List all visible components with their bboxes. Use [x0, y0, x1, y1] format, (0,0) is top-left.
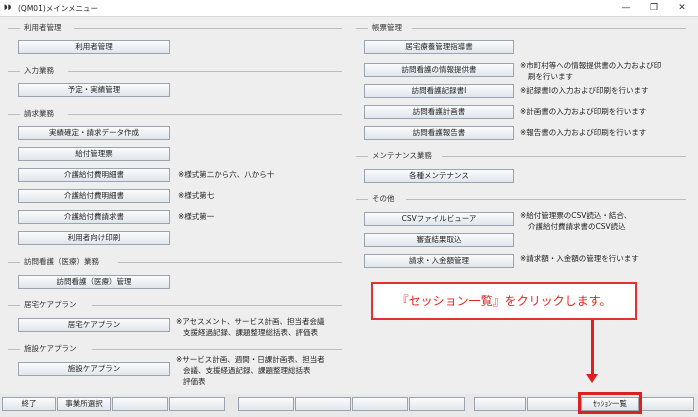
kaigo-meisai-1-button[interactable]: 介護給付費明細書: [18, 168, 170, 182]
keikakusho-button[interactable]: 訪問看護計画書: [364, 105, 514, 119]
kyotaku-note-line-1: ※アセスメント、サービス計画、担当者会議: [176, 317, 325, 326]
footer-empty-9[interactable]: [640, 397, 694, 411]
csv-viewer-button[interactable]: CSVファイルビューア: [364, 212, 514, 226]
note-yoshiki-1: ※様式第一: [178, 212, 215, 221]
joho-note-line-2: 刷を行います: [528, 72, 573, 81]
section-maintenance: メンテナンス業務: [356, 150, 686, 162]
app-icon: ◗◗: [4, 3, 12, 11]
section-label: 帳票管理: [372, 23, 402, 32]
hokokusho-note: ※報告書の入力および印刷を行います: [520, 128, 647, 137]
kirokusho-note: ※記録書Ⅰの入力および印刷を行います: [520, 86, 649, 95]
footer-empty-1[interactable]: [112, 397, 168, 411]
footer-empty-3[interactable]: [238, 397, 294, 411]
footer-empty-8[interactable]: [527, 397, 579, 411]
shisetsu-note-line-2: 会議、支援経過記録、課題整理総括表: [183, 366, 311, 375]
section-seikyu: 請求業務: [8, 108, 342, 120]
office-select-button[interactable]: 事業所選択: [57, 397, 111, 411]
section-chohyo: 帳票管理: [356, 22, 686, 34]
hokokusho-button[interactable]: 訪問看護報告書: [364, 126, 514, 140]
section-label: その他: [372, 194, 395, 203]
section-kyotaku: 居宅ケアプラン: [8, 299, 342, 311]
section-nyusho: 入力業務: [8, 65, 342, 77]
shisetsu-careplan-button[interactable]: 施設ケアプラン: [18, 362, 170, 376]
joho-note-line-1: ※市町村等への情報提供書の入力および印: [520, 61, 662, 70]
yotei-jisseki-button[interactable]: 予定・実績管理: [18, 83, 170, 97]
note-yoshiki-7: ※様式第七: [178, 191, 215, 200]
section-label: メンテナンス業務: [372, 151, 432, 160]
kyotaku-note-line-2: 支援経過記録、課題整理総括表、評価表: [183, 328, 318, 337]
window-title: (QM01)メインメニュー: [18, 4, 99, 13]
kaigo-meisai-2-button[interactable]: 介護給付費明細書: [18, 189, 170, 203]
riyousha-kanri-button[interactable]: 利用者管理: [18, 40, 170, 54]
houmon-kango-kanri-button[interactable]: 訪問看護（医療）管理: [18, 275, 170, 289]
section-other: その他: [356, 193, 686, 205]
footer-empty-6[interactable]: [409, 397, 465, 411]
section-shisetsu: 施設ケアプラン: [8, 343, 342, 355]
keikakusho-note: ※計画書の入力および印刷を行います: [520, 107, 647, 116]
section-riyousha: 利用者管理: [8, 22, 342, 34]
kyotaku-careplan-button[interactable]: 居宅ケアプラン: [18, 318, 170, 332]
shisetsu-note-line-1: ※サービス計画、週間・日課計画表、担当者: [176, 355, 325, 364]
kyotaku-ryoyo-button[interactable]: 居宅療養管理指導書: [364, 40, 514, 54]
csv-note-line-1: ※給付管理票のCSV読込・結合、: [520, 211, 632, 220]
kirokusho-button[interactable]: 訪問看護記録書Ⅰ: [364, 84, 514, 98]
note-yoshiki-2: ※様式第二から六、八から十: [178, 170, 275, 179]
shisetsu-note-line-3: 評価表: [183, 377, 206, 386]
jisseki-kakutei-button[interactable]: 実績確定・請求データ作成: [18, 126, 170, 140]
seikyu-nyukin-button[interactable]: 請求・入金額管理: [364, 254, 514, 268]
title-bar: ◗◗ (QM01)メインメニュー — ❐ ✕: [0, 0, 698, 17]
shinsa-kekka-button[interactable]: 審査結果取込: [364, 233, 514, 247]
riyousha-insatsu-button[interactable]: 利用者向け印刷: [18, 231, 170, 245]
section-label: 入力業務: [24, 66, 54, 75]
restore-icon[interactable]: ❐: [640, 1, 668, 15]
section-label: 請求業務: [24, 109, 54, 118]
arrow-head-icon: [586, 374, 598, 383]
footer-empty-2[interactable]: [169, 397, 225, 411]
session-list-highlight: [578, 392, 642, 414]
section-label: 訪問看護（医療）業務: [24, 257, 99, 266]
instruction-callout: 『セッション一覧』をクリックします。: [371, 282, 637, 320]
close-icon[interactable]: ✕: [668, 1, 696, 15]
kaigo-seikyusho-button[interactable]: 介護給付費請求書: [18, 210, 170, 224]
footer-empty-4[interactable]: [295, 397, 351, 411]
joho-teikyosho-button[interactable]: 訪問看護の情報提供書: [364, 63, 514, 77]
footer-empty-5[interactable]: [352, 397, 408, 411]
callout-arrow: [591, 320, 594, 376]
section-houmon: 訪問看護（医療）業務: [8, 256, 342, 268]
section-label: 施設ケアプラン: [24, 344, 77, 353]
section-label: 利用者管理: [24, 23, 62, 32]
seikyu-nyukin-note: ※請求額・入金額の管理を行います: [520, 254, 639, 263]
footer-empty-7[interactable]: [474, 397, 526, 411]
kyufu-kanrihyo-button[interactable]: 給付管理票: [18, 147, 170, 161]
section-label: 居宅ケアプラン: [24, 300, 77, 309]
exit-button[interactable]: 終了: [2, 397, 56, 411]
minimize-icon[interactable]: —: [612, 1, 640, 15]
kakushu-maintenance-button[interactable]: 各種メンテナンス: [364, 169, 514, 183]
csv-note-line-2: 介護給付費請求書のCSV読込: [528, 222, 626, 231]
